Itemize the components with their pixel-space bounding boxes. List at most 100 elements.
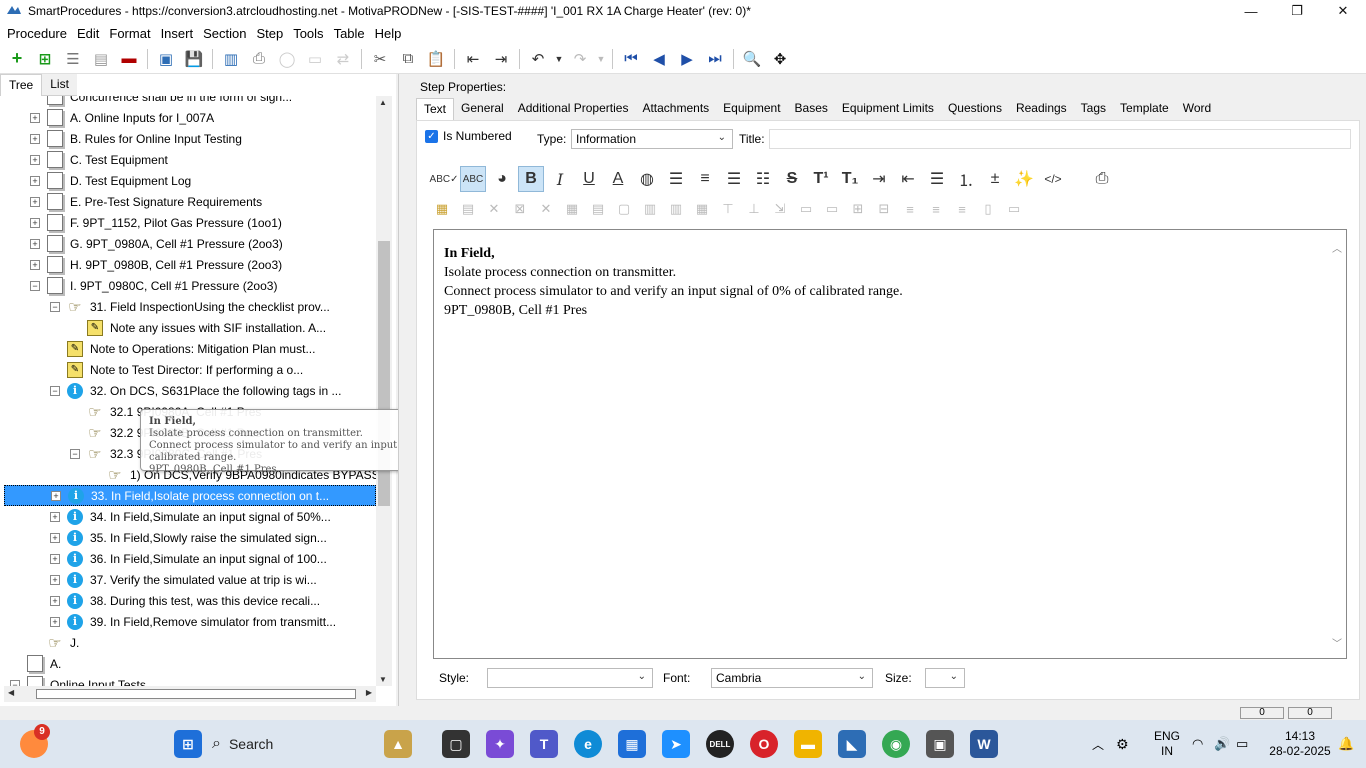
font-color-icon[interactable]: A <box>605 166 631 192</box>
chrome-icon[interactable]: ◉ <box>882 730 910 758</box>
expand-icon[interactable]: + <box>50 574 60 585</box>
tree-node[interactable]: + i 34. In Field,Simulate an input signal … <box>4 506 376 527</box>
column-left-icon[interactable]: ▥ <box>639 199 661 219</box>
tab-word[interactable]: Word <box>1176 98 1218 120</box>
fill-color-icon[interactable]: ◍ <box>634 166 660 192</box>
remove-icon[interactable]: ▬ <box>116 47 142 71</box>
editor-scrollbar[interactable]: ︿ ﹀ <box>1332 240 1344 650</box>
save-icon[interactable]: 💾 <box>181 47 207 71</box>
move-icon[interactable]: ✥ <box>767 47 793 71</box>
tree-node[interactable]: + E. Pre-Test Signature Requirements <box>4 191 376 212</box>
tree-node[interactable]: A. <box>4 653 376 674</box>
split-icon[interactable]: ⇲ <box>769 199 791 219</box>
tree-node[interactable]: ✎ Note to Test Director: If performing a … <box>4 359 376 380</box>
menu-insert[interactable]: Insert <box>156 26 199 41</box>
last-icon[interactable]: ⏭ <box>702 47 728 71</box>
split-cells-icon[interactable]: ▭ <box>821 199 843 219</box>
tree-node[interactable]: + i 37. Verify the simulated value at trip… <box>4 569 376 590</box>
align-center-icon[interactable]: ≡ <box>692 166 718 192</box>
copilot-icon[interactable]: ✦ <box>486 730 514 758</box>
size-select[interactable]: ⌄ <box>925 668 965 688</box>
scroll-down-icon[interactable]: ▼ <box>379 675 387 684</box>
tree-node[interactable]: + i 35. In Field,Slowly raise the simulate… <box>4 527 376 548</box>
word-icon[interactable]: W <box>970 730 998 758</box>
notifications-icon[interactable]: 🔔 <box>1338 736 1366 752</box>
bullet-list-icon[interactable]: ☰ <box>924 166 950 192</box>
tree-node[interactable]: − ☞ 31. Field InspectionUsing the checklis… <box>4 296 376 317</box>
row-above-icon[interactable]: ⊤ <box>717 199 739 219</box>
network-settings-icon[interactable]: ⚙ <box>1116 736 1142 753</box>
row-icon[interactable]: ▤ <box>587 199 609 219</box>
redo-dropdown-icon[interactable]: ▼ <box>595 47 607 71</box>
indent-icon[interactable]: ⇥ <box>488 47 514 71</box>
list-edit-icon[interactable]: ▤ <box>88 47 114 71</box>
merge-cells-icon[interactable]: ▭ <box>795 199 817 219</box>
menu-procedure[interactable]: Procedure <box>2 26 72 41</box>
list-icon[interactable]: ☰ <box>60 47 86 71</box>
cells-icon[interactable]: ▦ <box>691 199 713 219</box>
scroll-right-icon[interactable]: ▶ <box>366 688 372 697</box>
tab-questions[interactable]: Questions <box>941 98 1009 120</box>
expand-icon[interactable]: + <box>30 112 40 123</box>
indent-increase-icon[interactable]: ⇥ <box>866 166 892 192</box>
landscape-icon[interactable]: ▲ <box>384 730 412 758</box>
language-indicator[interactable]: ENG IN <box>1142 729 1192 759</box>
expand-icon[interactable]: + <box>30 217 40 228</box>
column-right-icon[interactable]: ▥ <box>665 199 687 219</box>
open-icon[interactable]: ▣ <box>153 47 179 71</box>
expand-icon[interactable]: + <box>50 616 60 627</box>
collapse-icon[interactable]: − <box>50 301 60 312</box>
tab-bases[interactable]: Bases <box>788 98 835 120</box>
tab-equipment-limits[interactable]: Equipment Limits <box>835 98 941 120</box>
wifi-icon[interactable]: ◠ <box>1192 736 1214 752</box>
task-view-icon[interactable]: ▢ <box>442 730 470 758</box>
delete-column-icon[interactable]: ⊟ <box>873 199 895 219</box>
row-height-icon[interactable]: ▭ <box>1003 199 1025 219</box>
subscript-icon[interactable]: T₁ <box>837 166 863 192</box>
expand-icon[interactable]: + <box>30 196 40 207</box>
print-icon[interactable]: ⎙ <box>246 47 272 71</box>
chevron-up-icon[interactable]: ︿ <box>1332 240 1342 255</box>
expand-icon[interactable]: + <box>30 175 40 186</box>
tree-node[interactable]: + A. Online Inputs for I_007A <box>4 107 376 128</box>
expand-icon[interactable]: + <box>50 532 60 543</box>
clock[interactable]: 14:13 28-02-2025 <box>1262 729 1338 759</box>
smartprocedures-icon[interactable]: ◣ <box>838 730 866 758</box>
chevron-down-icon[interactable]: ﹀ <box>1332 635 1342 650</box>
magic-wand-icon[interactable]: ✨ <box>1011 166 1037 192</box>
opera-icon[interactable]: O <box>750 730 778 758</box>
tree-node[interactable]: + i 36. In Field,Simulate an input signal … <box>4 548 376 569</box>
superscript-icon[interactable]: T¹ <box>808 166 834 192</box>
tree-horizontal-scrollbar[interactable]: ◀ ▶ <box>4 686 376 702</box>
grid-icon[interactable]: ▦ <box>561 199 583 219</box>
store-icon[interactable]: ▦ <box>618 730 646 758</box>
find-icon[interactable]: 🔍 <box>739 47 765 71</box>
cell-align-right-icon[interactable]: ≡ <box>951 199 973 219</box>
menu-edit[interactable]: Edit <box>72 26 104 41</box>
tree-node[interactable]: + H. 9PT_0980B, Cell #1 Pressure (2oo3) <box>4 254 376 275</box>
copy-icon[interactable]: ⧉ <box>395 47 421 71</box>
scroll-up-icon[interactable]: ▲ <box>379 98 387 107</box>
tree-node[interactable]: + i 33. In Field,Isolate process connectio… <box>4 485 376 506</box>
cell-align-left-icon[interactable]: ≡ <box>899 199 921 219</box>
menu-format[interactable]: Format <box>104 26 155 41</box>
edge-icon[interactable]: e <box>574 730 602 758</box>
tab-template[interactable]: Template <box>1113 98 1176 120</box>
scrollbar-thumb[interactable] <box>36 689 356 699</box>
expand-icon[interactable]: + <box>50 595 60 606</box>
indent-decrease-icon[interactable]: ⇤ <box>895 166 921 192</box>
tree-vertical-scrollbar[interactable]: ▲ ▼ <box>376 96 392 686</box>
tree-node[interactable]: + G. 9PT_0980A, Cell #1 Pressure (2oo3) <box>4 233 376 254</box>
delete-icon[interactable]: ✕ <box>535 199 557 219</box>
previous-icon[interactable]: ◀ <box>646 47 672 71</box>
menu-table[interactable]: Table <box>329 26 370 41</box>
menu-help[interactable]: Help <box>370 26 407 41</box>
refresh-icon[interactable]: ◯ <box>274 47 300 71</box>
tab-text[interactable]: Text <box>416 98 455 120</box>
add-child-icon[interactable]: ⊞ <box>32 47 58 71</box>
collapse-icon[interactable]: − <box>50 385 60 396</box>
tree-node[interactable]: − I. 9PT_0980C, Cell #1 Pressure (2oo3) <box>4 275 376 296</box>
remote-desktop-icon[interactable]: ▣ <box>926 730 954 758</box>
tree-node[interactable]: − Online Input Tests <box>4 674 376 686</box>
insert-line-icon[interactable]: ± <box>982 166 1008 192</box>
